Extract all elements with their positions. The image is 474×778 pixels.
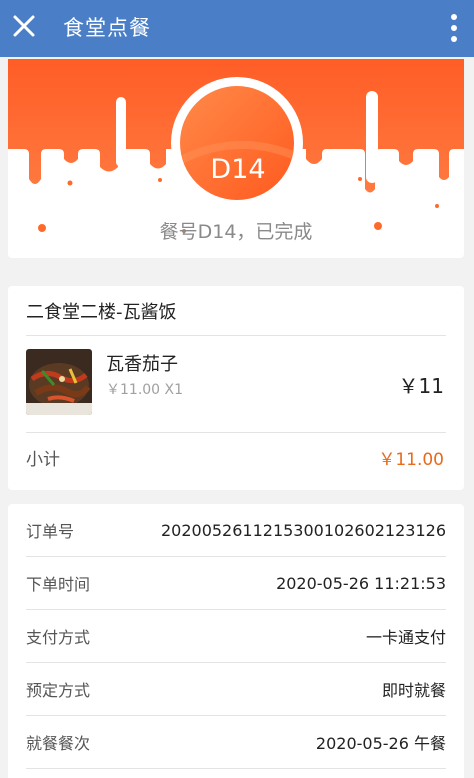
- meal-status-card: D14 餐号D14，已完成: [8, 59, 464, 258]
- detail-value: 2020052611215300102602123126: [160, 520, 446, 540]
- divider: [26, 432, 446, 433]
- divider: [26, 335, 446, 336]
- detail-row-booking-method: 预定方式 即时就餐: [26, 663, 446, 716]
- order-details-card: 订单号 2020052611215300102602123126 下单时间 20…: [8, 504, 464, 778]
- detail-value: 2020-05-26 11:21:53: [276, 573, 446, 593]
- detail-row-payment-method: 支付方式 一卡通支付: [26, 610, 446, 663]
- order-items-card: 二食堂二楼-瓦酱饭 瓦香茄子 ￥11.00 X1 ￥11 小计 ￥11.00: [8, 286, 464, 490]
- subtotal-label: 小计: [26, 450, 60, 470]
- dish-name: 瓦香茄子: [106, 354, 178, 375]
- detail-row-meal-session: 就餐餐次 2020-05-26 午餐: [26, 716, 446, 769]
- close-icon[interactable]: [10, 12, 38, 40]
- shop-name: 二食堂二楼-瓦酱饭: [26, 302, 177, 323]
- detail-label: 订单号: [26, 522, 75, 541]
- more-vertical-icon[interactable]: [448, 13, 460, 43]
- detail-value: 2020-05-26 午餐: [315, 734, 446, 753]
- meal-code: D14: [210, 154, 266, 185]
- detail-value: 即时就餐: [381, 681, 446, 700]
- detail-row-order-time: 下单时间 2020-05-26 11:21:53: [26, 557, 446, 610]
- dish-image: [26, 349, 92, 415]
- detail-label: 预定方式: [26, 681, 91, 700]
- detail-value: 一卡通支付: [365, 628, 446, 647]
- subtotal-value: ￥11.00: [378, 450, 444, 470]
- detail-label: 下单时间: [26, 575, 91, 594]
- detail-label: 就餐餐次: [26, 734, 91, 753]
- detail-row-order-number: 订单号 2020052611215300102602123126: [26, 504, 446, 557]
- dish-unit-price-qty: ￥11.00 X1: [106, 382, 184, 398]
- dish-price: ￥11: [398, 374, 444, 398]
- order-status-text: 餐号D14，已完成: [159, 221, 313, 243]
- detail-label: 支付方式: [26, 628, 91, 647]
- app-bar: 食堂点餐: [0, 0, 474, 57]
- page-title: 食堂点餐: [63, 16, 151, 40]
